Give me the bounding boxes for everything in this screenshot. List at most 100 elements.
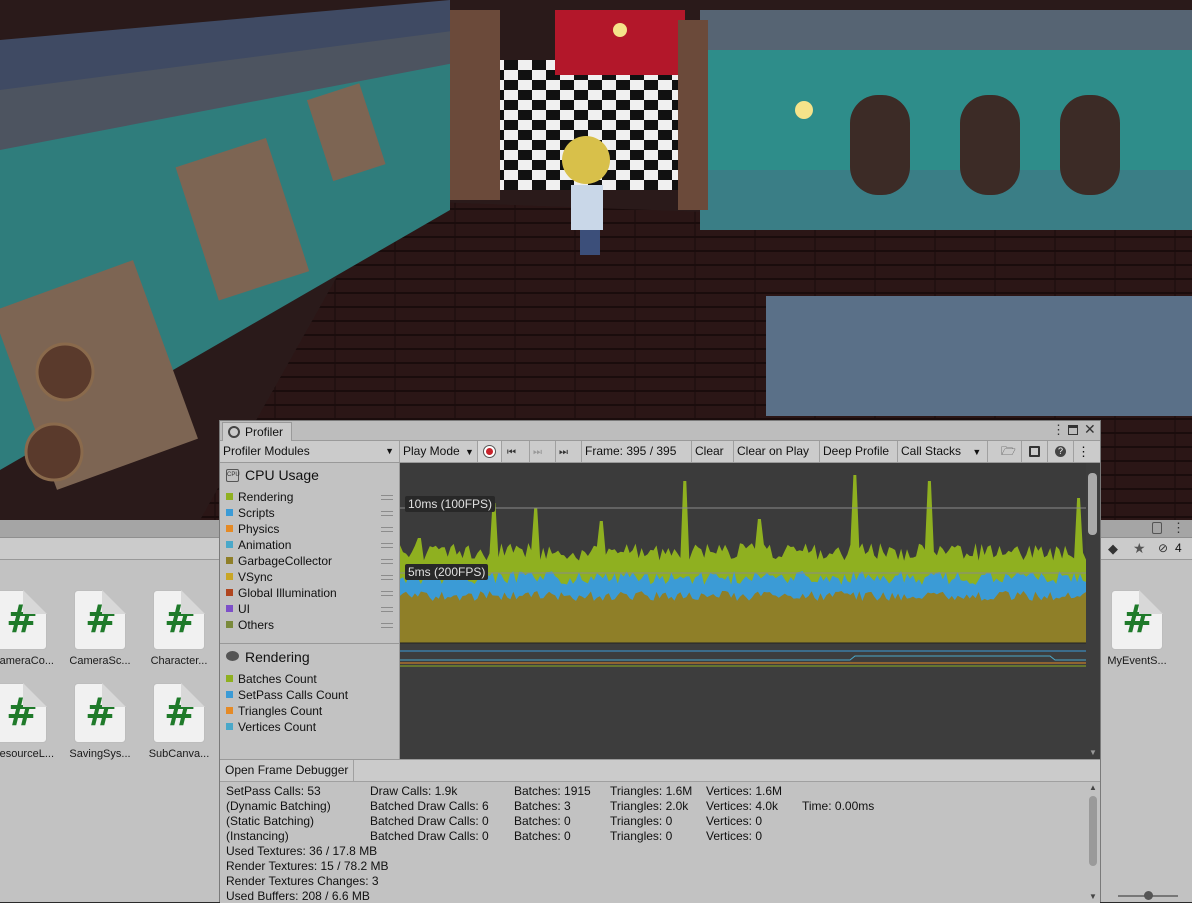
deep-profile-toggle[interactable]: Deep Profile xyxy=(820,441,898,462)
rendering-legend-item[interactable]: Vertices Count xyxy=(226,719,316,735)
asset-label: Character... xyxy=(150,655,208,667)
rendering-legend-item[interactable]: Batches Count xyxy=(226,671,317,687)
asset-label: esourceL... xyxy=(0,748,54,760)
legend-label: Triangles Count xyxy=(238,704,323,718)
slider-handle[interactable] xyxy=(1144,891,1153,900)
clear-on-play-toggle[interactable]: Clear on Play xyxy=(734,441,820,462)
save-button[interactable] xyxy=(1022,441,1048,462)
legend-label: Scripts xyxy=(238,506,275,520)
close-icon[interactable]: ✕ xyxy=(1084,421,1096,438)
scroll-down-icon[interactable]: ▼ xyxy=(1089,748,1097,757)
rendering-module-title[interactable]: Rendering xyxy=(245,649,310,665)
play-mode-dropdown[interactable]: Play Mode ▼ xyxy=(400,441,478,462)
stat-vertices: Vertices: 0 xyxy=(706,814,763,828)
stat-instancing: (Instancing) xyxy=(226,829,289,843)
asset-item[interactable]: # ameraCo... xyxy=(0,590,56,667)
cpu-legend-item[interactable]: Others xyxy=(226,617,274,633)
more-options-icon[interactable]: ⋮ xyxy=(1172,520,1185,536)
cpu-usage-chart[interactable]: ▼ xyxy=(400,463,1100,759)
tab-profiler-label: Profiler xyxy=(245,425,284,439)
legend-swatch xyxy=(226,707,233,714)
clear-button[interactable]: Clear xyxy=(692,441,734,462)
stat-used-textures: Used Textures: 36 / 17.8 MB xyxy=(226,844,378,858)
profiler-modules-label: Profiler Modules xyxy=(223,444,310,458)
rendering-lines xyxy=(400,650,1086,667)
details-scrollbar-thumb[interactable] xyxy=(1089,796,1097,866)
rendering-legend-item[interactable]: SetPass Calls Count xyxy=(226,687,348,703)
drag-handle[interactable] xyxy=(381,543,393,548)
asset-item[interactable]: # esourceL... xyxy=(0,683,56,760)
open-frame-debugger-button[interactable]: Open Frame Debugger xyxy=(220,760,355,781)
call-stacks-toggle[interactable]: Call Stacks ▼ xyxy=(898,441,988,462)
cpu-legend-item[interactable]: Global Illumination xyxy=(226,585,337,601)
graph-scrollbar-thumb[interactable] xyxy=(1088,473,1097,535)
more-options-button[interactable]: ⋮ xyxy=(1074,441,1100,462)
asset-label: SavingSys... xyxy=(69,748,131,760)
rendering-legend-item[interactable]: Triangles Count xyxy=(226,703,322,719)
asset-item[interactable]: # MyEventS... xyxy=(1102,590,1172,667)
cpu-legend-item[interactable]: GarbageCollector xyxy=(226,553,332,569)
profiler-graph-area[interactable]: ▼ 10ms (100FPS) 5ms (200FPS) xyxy=(400,463,1100,759)
cpu-legend-item[interactable]: Animation xyxy=(226,537,291,553)
drag-handle[interactable] xyxy=(381,575,393,580)
label-filter-icon[interactable]: ◆ xyxy=(1108,541,1118,557)
frame-counter: Frame: 395 / 395 xyxy=(582,441,692,462)
cpu-usage-module-title[interactable]: CPU Usage xyxy=(245,467,319,483)
asset-item[interactable]: # Character... xyxy=(144,590,214,667)
legend-label: Animation xyxy=(238,538,292,552)
cpu-legend-item[interactable]: UI xyxy=(226,601,250,617)
asset-item[interactable]: # CameraSc... xyxy=(65,590,135,667)
maximize-icon[interactable] xyxy=(1068,425,1078,435)
cpu-icon: CPU xyxy=(226,469,240,482)
icon-size-slider[interactable] xyxy=(1118,891,1178,900)
first-frame-button[interactable]: ⏮ xyxy=(504,441,530,462)
next-frame-button[interactable]: ⏭ xyxy=(530,441,556,462)
lock-icon[interactable] xyxy=(1152,522,1162,534)
scroll-up-icon[interactable]: ▲ xyxy=(1089,783,1097,792)
script-file-icon: # xyxy=(0,590,47,650)
record-button[interactable] xyxy=(478,441,502,462)
window-menu-icon[interactable]: ⋮ xyxy=(1052,422,1065,438)
drag-handle[interactable] xyxy=(381,559,393,564)
legend-swatch xyxy=(226,675,233,682)
call-stacks-label: Call Stacks xyxy=(901,444,962,458)
asset-label: MyEventS... xyxy=(1107,655,1167,667)
cpu-legend-item[interactable]: VSync xyxy=(226,569,273,585)
asset-label: SubCanva... xyxy=(148,748,210,760)
script-file-icon: # xyxy=(74,590,126,650)
asset-item[interactable]: # SavingSys... xyxy=(65,683,135,760)
cpu-legend-item[interactable]: Rendering xyxy=(226,489,293,505)
cpu-legend-item[interactable]: Physics xyxy=(226,521,279,537)
profiler-window: Profiler ⋮ ✕ Profiler Modules ▼ Play Mod… xyxy=(219,420,1101,903)
drag-handle[interactable] xyxy=(381,527,393,532)
details-button-bar: Open Frame Debugger xyxy=(220,760,1100,782)
profiler-modules-dropdown[interactable]: Profiler Modules ▼ xyxy=(220,441,400,462)
details-scrollbar[interactable]: ▲ ▼ xyxy=(1088,783,1098,902)
stat-vertices: Vertices: 4.0k xyxy=(706,799,779,813)
profiler-title-bar: Profiler ⋮ ✕ xyxy=(220,421,1100,442)
last-frame-button[interactable]: ⏭ xyxy=(556,441,582,462)
help-button[interactable]: ? xyxy=(1048,441,1074,462)
stat-static-batching: (Static Batching) xyxy=(226,814,315,828)
drag-handle[interactable] xyxy=(381,495,393,500)
drag-handle[interactable] xyxy=(381,511,393,516)
hidden-packages-icon[interactable]: ⊘ xyxy=(1158,541,1168,555)
legend-label: SetPass Calls Count xyxy=(238,688,349,702)
cpu-legend-item[interactable]: Scripts xyxy=(226,505,275,521)
rendering-line-vertices xyxy=(400,655,1086,661)
stat-batches: Batches: 0 xyxy=(514,829,571,843)
legend-swatch xyxy=(226,573,233,580)
load-button[interactable]: 🗁 xyxy=(998,441,1022,462)
drag-handle[interactable] xyxy=(381,607,393,612)
hidden-count: 4 xyxy=(1175,541,1182,555)
scroll-down-icon[interactable]: ▼ xyxy=(1089,892,1097,901)
tab-profiler[interactable]: Profiler xyxy=(222,422,293,442)
stat-render-textures: Render Textures: 15 / 78.2 MB xyxy=(226,859,389,873)
help-icon: ? xyxy=(1055,446,1066,457)
drag-handle[interactable] xyxy=(381,591,393,596)
favorite-star-icon[interactable]: ★ xyxy=(1133,540,1146,557)
stat-batched-draw-calls: Batched Draw Calls: 0 xyxy=(370,829,489,843)
drag-handle[interactable] xyxy=(381,623,393,628)
stat-triangles: Triangles: 0 xyxy=(610,814,673,828)
asset-item[interactable]: # SubCanva... xyxy=(144,683,214,760)
